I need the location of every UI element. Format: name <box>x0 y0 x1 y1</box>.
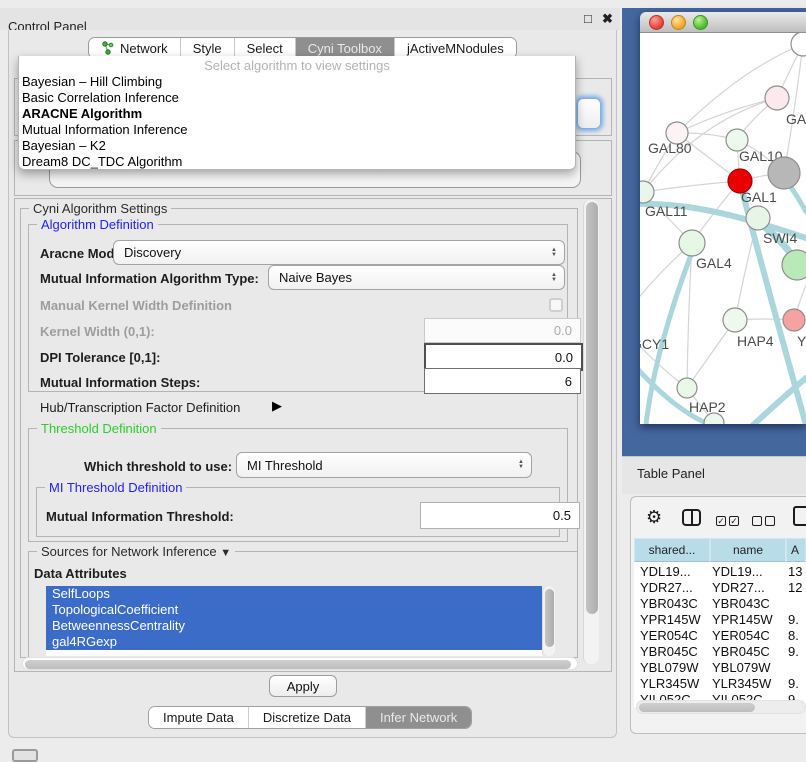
control-panel-titlebar: Control Panel □ ✖ <box>0 8 620 30</box>
footer-tabbar: Impute Data Discretize Data Infer Networ… <box>148 706 472 729</box>
network-node[interactable] <box>768 157 800 189</box>
kernel-width-label: Kernel Width (0,1): <box>40 324 155 339</box>
column-header-partial[interactable]: A <box>786 538 806 562</box>
settings-horizontal-scrollbar[interactable] <box>22 657 578 670</box>
network-node-label: GAL <box>786 111 806 127</box>
tab-jactivemnodules[interactable]: jActiveMNodules <box>395 38 516 58</box>
mi-threshold-field[interactable] <box>420 502 580 529</box>
tab-discretize-data[interactable]: Discretize Data <box>249 707 366 728</box>
combo-spinner-icon: ▲▼ <box>551 248 557 258</box>
network-node[interactable] <box>765 86 789 110</box>
dropdown-item[interactable]: Bayesian – K2 <box>19 138 575 154</box>
group-title: MI Threshold Definition <box>45 480 186 495</box>
dropdown-item-aracne[interactable]: ARACNE Algorithm <box>19 106 575 122</box>
table-panel-title: Table Panel <box>637 466 705 481</box>
group-title: Sources for Network Inference ▼ <box>37 544 235 559</box>
manual-kernel-checkbox[interactable] <box>549 298 563 312</box>
minimize-window-icon[interactable] <box>671 15 686 30</box>
aracne-mode-combobox[interactable]: Discovery ▲▼ <box>113 240 565 265</box>
network-node-label: GAL4 <box>696 255 732 271</box>
sources-collapse-icon[interactable]: ▼ <box>220 547 231 559</box>
which-threshold-combobox[interactable]: MI Threshold ▲▼ <box>236 452 532 478</box>
zoom-window-icon[interactable] <box>693 15 708 30</box>
network-node-label: GCY1 <box>640 336 669 352</box>
mi-threshold-label: Mutual Information Threshold: <box>46 509 234 524</box>
network-node[interactable] <box>640 181 654 203</box>
dropdown-item[interactable]: Basic Correlation Inference <box>19 90 575 106</box>
dropdown-item[interactable]: Dream8 DC_TDC Algorithm <box>19 154 575 170</box>
network-node[interactable] <box>746 206 770 230</box>
network-node-label: Y <box>797 333 806 349</box>
dpi-tolerance-field[interactable] <box>424 343 583 371</box>
network-node[interactable] <box>679 230 705 256</box>
group-title: Threshold Definition <box>37 421 161 436</box>
group-title: Cyni Algorithm Settings <box>29 201 171 216</box>
column-layout-icon[interactable] <box>682 509 701 526</box>
float-panel-icon[interactable]: □ <box>584 11 592 26</box>
data-attributes-label: Data Attributes <box>34 566 127 581</box>
deselect-all-checks-icon[interactable] <box>752 512 775 527</box>
attribute-item[interactable]: SelfLoops <box>46 586 542 602</box>
table-horizontal-scrollbar[interactable] <box>636 700 806 714</box>
tab-network[interactable]: Network <box>89 38 181 58</box>
close-window-icon[interactable] <box>649 15 664 30</box>
apply-button[interactable]: Apply <box>269 675 337 697</box>
settings-gear-icon[interactable]: ⚙ <box>646 507 662 528</box>
combo-spinner-icon: ▲▼ <box>551 273 557 283</box>
network-node[interactable] <box>783 309 805 331</box>
column-header-name[interactable]: name <box>710 538 786 562</box>
hub-definition-label[interactable]: Hub/Transcription Factor Definition <box>40 400 240 415</box>
network-node-label: GAL11 <box>645 203 688 219</box>
group-title: Algorithm Definition <box>37 217 158 232</box>
node-table[interactable]: YDL19...YDL19...13 YDR27...YDR27...12 YB… <box>634 562 806 707</box>
select-all-checks-icon[interactable]: ✓✓ <box>716 512 739 527</box>
network-node[interactable] <box>723 308 747 332</box>
mi-type-label: Mutual Information Algorithm Type: <box>40 271 259 286</box>
dropdown-item[interactable]: Mutual Information Inference <box>19 122 575 138</box>
network-node-label: GAL80 <box>648 140 692 156</box>
network-edge[interactable] <box>640 243 692 323</box>
data-attributes-list[interactable]: SelfLoops TopologicalCoefficient Between… <box>46 586 542 656</box>
network-edge[interactable] <box>643 181 740 192</box>
export-table-icon[interactable] <box>793 506 806 526</box>
collapsed-panel-icon[interactable] <box>12 749 38 762</box>
close-panel-icon[interactable]: ✖ <box>602 11 613 27</box>
mi-steps-label: Mutual Information Steps: <box>40 375 200 390</box>
network-node-label: SWI4 <box>763 230 797 246</box>
attribute-item[interactable]: TopologicalCoefficient <box>46 602 542 618</box>
network-node-label: HAP4 <box>737 333 774 349</box>
refresh-algorithms-button[interactable] <box>577 98 601 129</box>
attribute-item[interactable]: gal4RGexp <box>46 634 542 650</box>
attributes-list-scrollbar[interactable] <box>542 586 555 656</box>
mi-steps-field[interactable] <box>424 368 581 394</box>
network-graph[interactable]: GALGAL80GAL10GAL1GAL11SWI4GAL4HAP4YGCY1H… <box>640 33 806 424</box>
mi-type-combobox[interactable]: Naive Bayes ▲▼ <box>268 265 565 290</box>
network-node-label: HAP2 <box>689 399 726 415</box>
network-view[interactable]: GALGAL80GAL10GAL1GAL11SWI4GAL4HAP4YGCY1H… <box>640 33 806 424</box>
tab-style[interactable]: Style <box>181 38 235 58</box>
manual-kernel-label: Manual Kernel Width Definition <box>40 298 232 313</box>
network-node[interactable] <box>677 378 697 398</box>
dropdown-prompt: Select algorithm to view settings <box>19 56 575 74</box>
network-node[interactable] <box>791 33 806 56</box>
network-window-titlebar[interactable] <box>640 12 806 33</box>
column-header-shared[interactable]: shared... <box>634 538 710 562</box>
algorithm-dropdown-popup: Select algorithm to view settings Bayesi… <box>18 56 576 170</box>
settings-vertical-scrollbar[interactable] <box>583 200 599 664</box>
tab-infer-network[interactable]: Infer Network <box>366 707 471 728</box>
dropdown-item[interactable]: Bayesian – Hill Climbing <box>19 74 575 90</box>
combo-spinner-icon: ▲▼ <box>518 460 524 470</box>
hub-expand-icon[interactable]: ▶ <box>272 398 282 414</box>
tab-impute-data[interactable]: Impute Data <box>149 707 249 728</box>
dpi-tolerance-label: DPI Tolerance [0,1]: <box>40 350 160 365</box>
tab-cyni-toolbox[interactable]: Cyni Toolbox <box>296 38 395 58</box>
tab-select[interactable]: Select <box>235 38 296 58</box>
kernel-width-field[interactable] <box>424 318 581 343</box>
which-threshold-label: Which threshold to use: <box>84 459 232 474</box>
network-node-label: GAL1 <box>741 189 777 205</box>
attribute-item[interactable]: BetweennessCentrality <box>46 618 542 634</box>
network-icon <box>101 41 115 55</box>
network-node[interactable] <box>782 250 806 280</box>
